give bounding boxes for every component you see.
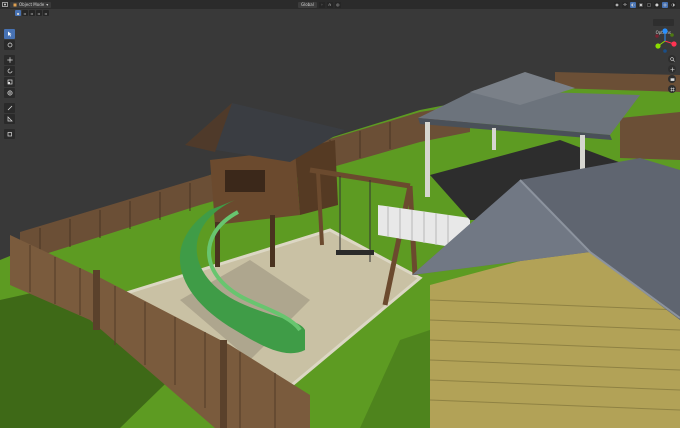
measure-icon — [7, 116, 13, 122]
material-sphere-icon: ◍ — [663, 2, 667, 7]
magnet-icon: ∩ — [328, 2, 332, 7]
select-box-icon — [7, 31, 12, 37]
zoom-button[interactable] — [668, 55, 676, 63]
3d-viewport-icon — [2, 2, 8, 7]
transform-icon — [6, 90, 13, 96]
visibility-button[interactable]: ◉ — [614, 1, 620, 8]
shading-wireframe-button[interactable]: ◯ — [646, 1, 652, 8]
pivot-button[interactable]: ◦ — [318, 1, 325, 8]
gizmo-y-axis — [655, 43, 661, 49]
3d-viewport[interactable]: Options — [0, 9, 680, 428]
solid-sphere-icon: ● — [655, 2, 659, 7]
navigation-buttons — [668, 55, 676, 93]
gizmo-x-axis — [671, 41, 677, 47]
tool-shelf — [4, 29, 15, 139]
shading-solid-button[interactable]: ● — [654, 1, 660, 8]
pan-button[interactable] — [668, 65, 676, 73]
select-new-button[interactable]: ▪ — [15, 10, 21, 16]
move-icon — [6, 57, 13, 63]
eye-icon: ◉ — [615, 2, 619, 7]
select-extend-button[interactable]: ▫ — [22, 10, 28, 16]
pan-icon — [670, 67, 674, 71]
wireframe-sphere-icon: ◯ — [646, 2, 652, 7]
scene-render — [0, 72, 680, 428]
orientation-label: Global — [301, 2, 314, 7]
navigation-gizmo[interactable] — [650, 26, 680, 56]
gizmo-neg-z — [663, 49, 667, 53]
proportional-edit-button[interactable]: ◎ — [334, 1, 341, 8]
gizmo-neg-x — [655, 34, 659, 38]
camera-icon — [670, 77, 674, 81]
ortho-grid-icon — [670, 87, 674, 91]
annotate-tool[interactable] — [4, 103, 15, 113]
select-new-icon: ▪ — [16, 10, 20, 16]
gizmo-neg-y — [670, 33, 674, 37]
move-tool[interactable] — [4, 55, 15, 65]
select-box-tool[interactable] — [4, 29, 15, 39]
camera-button[interactable] — [668, 75, 676, 83]
tool-separator — [4, 99, 15, 102]
proportional-icon: ◎ — [336, 2, 340, 7]
tool-separator — [4, 51, 15, 54]
shading-material-button[interactable]: ◍ — [662, 1, 668, 8]
cursor-tool[interactable] — [4, 40, 15, 50]
editor-type-button[interactable] — [2, 1, 8, 8]
pergola-post-1 — [425, 122, 430, 197]
mode-selector[interactable]: Object Mode ▾ — [10, 1, 52, 8]
rotate-tool[interactable] — [4, 66, 15, 76]
tool-separator — [4, 125, 15, 128]
gizmo-icon: ✣ — [623, 2, 627, 7]
rendered-sphere-icon: ◑ — [671, 2, 675, 7]
overlays-icon: ◐ — [631, 2, 635, 7]
xray-button[interactable]: ▣ — [638, 1, 644, 8]
select-extend-icon: ▫ — [23, 10, 27, 16]
fence-post-1 — [93, 270, 100, 330]
pivot-icon: ◦ — [320, 2, 323, 7]
orientation-selector[interactable]: Global — [298, 1, 317, 8]
select-subtract-icon: ▫ — [30, 10, 34, 16]
annotate-icon — [7, 105, 12, 111]
select-invert-icon: ▫ — [37, 10, 41, 16]
select-intersect-icon: ▫ — [44, 10, 48, 16]
select-subtract-button[interactable]: ▫ — [29, 10, 35, 16]
ortho-button[interactable] — [668, 85, 676, 93]
object-mode-icon — [13, 3, 17, 6]
fence-post-2 — [220, 340, 227, 428]
rotate-icon — [7, 68, 12, 74]
selection-mode-buttons: ▪ ▫ ▫ ▫ ▫ — [15, 10, 49, 17]
xray-icon: ▣ — [639, 2, 643, 7]
shading-rendered-button[interactable]: ◑ — [670, 1, 676, 8]
select-intersect-button[interactable]: ▫ — [43, 10, 49, 16]
overlays-button[interactable]: ◐ — [630, 1, 636, 8]
tower-post-right — [270, 215, 275, 267]
measure-tool[interactable] — [4, 114, 15, 124]
scale-icon — [7, 79, 12, 85]
transform-tool[interactable] — [4, 88, 15, 98]
right-fence — [620, 112, 680, 160]
tower-window — [225, 170, 265, 192]
gizmo-z-axis — [662, 28, 668, 34]
select-invert-button[interactable]: ▫ — [36, 10, 42, 16]
add-cube-tool[interactable] — [4, 129, 15, 139]
scale-tool[interactable] — [4, 77, 15, 87]
snap-button[interactable]: ∩ — [326, 1, 333, 8]
options-button[interactable]: Options — [652, 19, 674, 35]
cursor-icon — [7, 42, 12, 48]
add-cube-icon — [7, 132, 12, 137]
gizmo-toggle-button[interactable]: ✣ — [622, 1, 628, 8]
swing-seat — [336, 250, 374, 255]
zoom-icon — [669, 56, 675, 62]
pergola-post-3 — [492, 128, 496, 150]
